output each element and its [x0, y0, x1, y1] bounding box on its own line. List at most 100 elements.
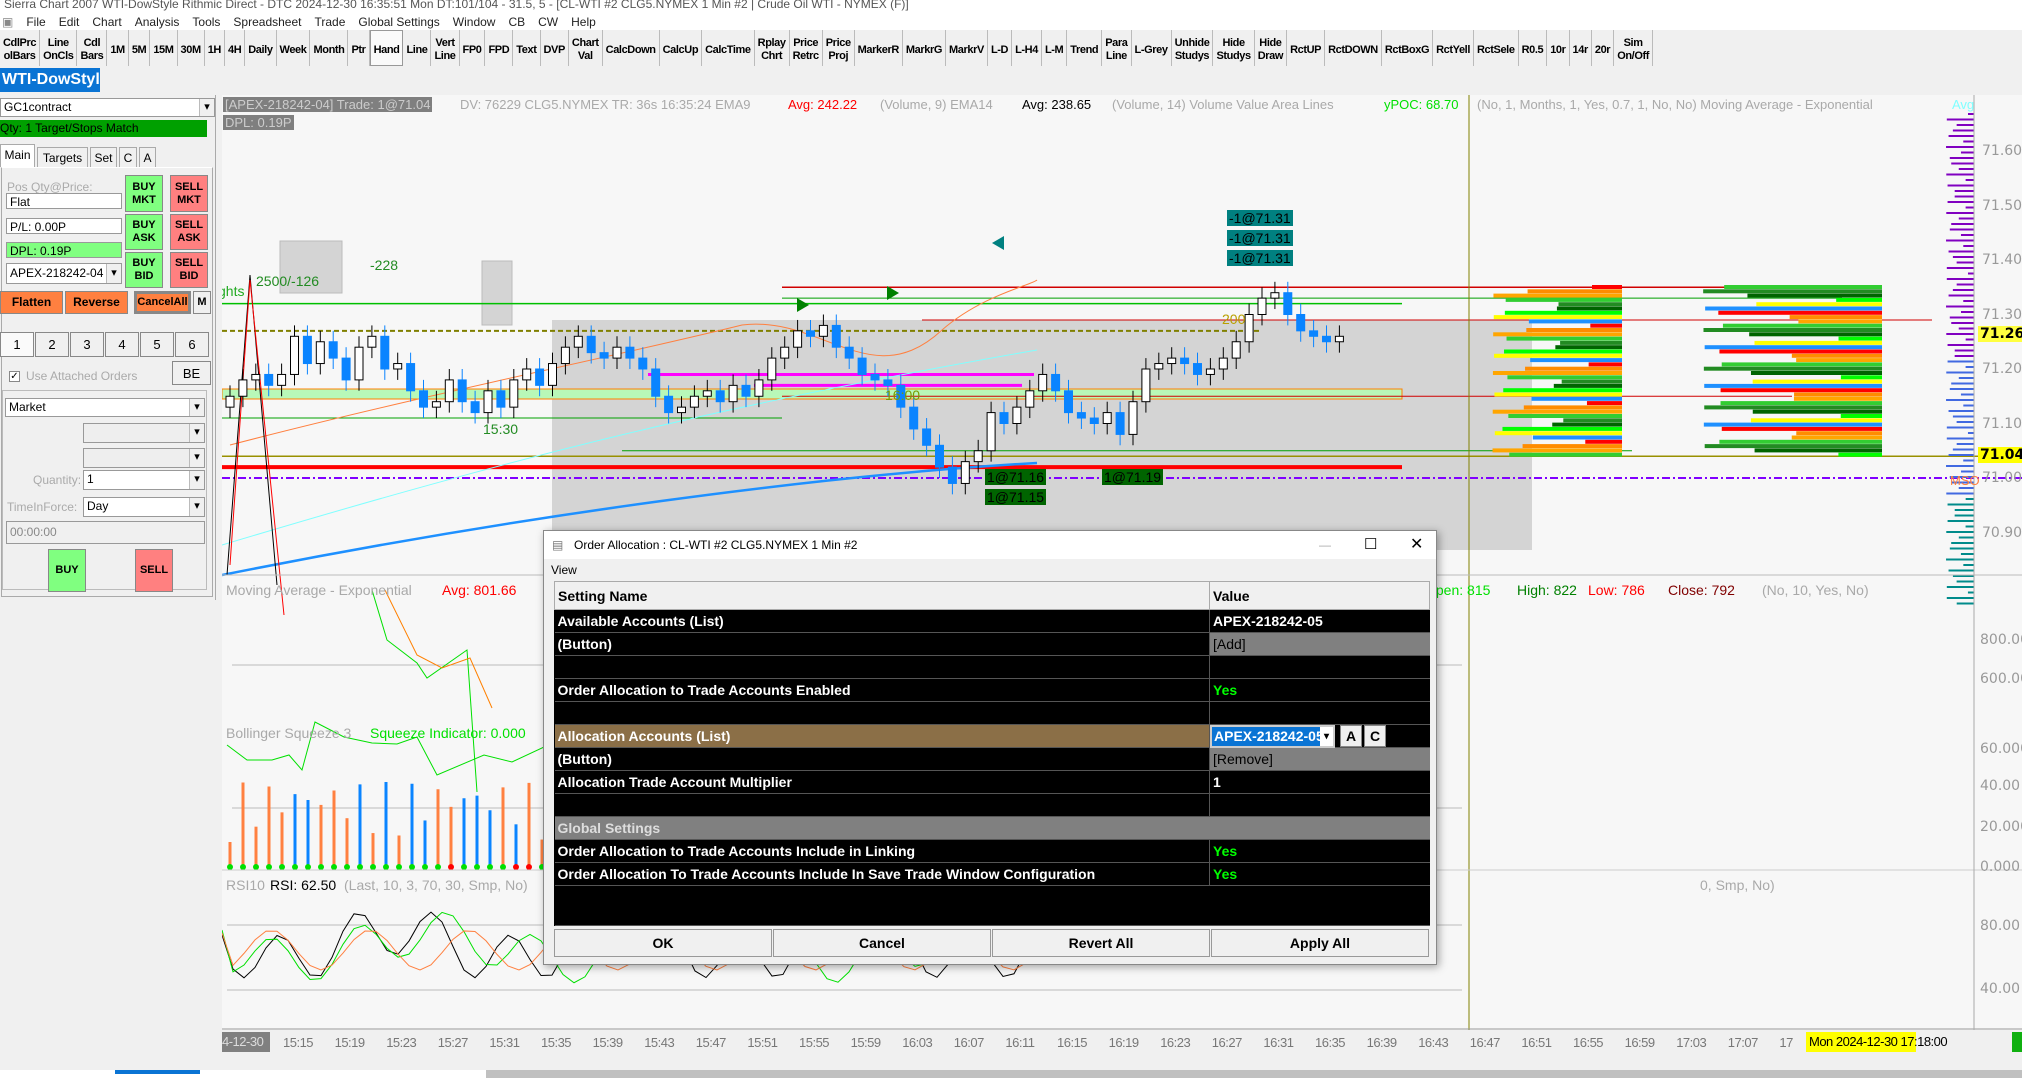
- trade-tab-main[interactable]: Main: [0, 144, 35, 167]
- scrollbar-thumb[interactable]: [486, 1070, 2022, 1078]
- toolbar-button-30m[interactable]: 30M: [177, 30, 205, 66]
- toolbar-button-hand[interactable]: Hand: [369, 30, 404, 66]
- sell-button[interactable]: SELL: [135, 549, 173, 592]
- toolbar-button-cdlprc-olbars[interactable]: CdlPrc olBars: [0, 30, 41, 66]
- toolbar-button-markrv[interactable]: MarkrV: [946, 30, 988, 66]
- revert-all-button[interactable]: Revert All: [992, 929, 1210, 957]
- toolbar-button-rctsele[interactable]: RctSele: [1474, 30, 1519, 66]
- toolbar-button-rctboxg[interactable]: RctBoxG: [1381, 30, 1434, 66]
- menu-chart[interactable]: Chart: [92, 15, 121, 29]
- setting-row[interactable]: Global Settings: [554, 816, 1430, 840]
- qty-preset-4[interactable]: 4: [105, 332, 139, 357]
- trade-tab-a[interactable]: A: [139, 147, 156, 167]
- setting-row[interactable]: Available Accounts (List) APEX-218242-05: [554, 609, 1430, 633]
- toolbar-button-unhide-studys[interactable]: Unhide Studys: [1171, 30, 1214, 66]
- menu-edit[interactable]: Edit: [59, 15, 80, 29]
- account-select[interactable]: APEX-218242-04: [6, 263, 122, 284]
- symbol-select[interactable]: GC1contract: [0, 98, 215, 117]
- price2-select[interactable]: [83, 448, 205, 468]
- setting-value[interactable]: 1: [1209, 770, 1430, 794]
- toolbar-button-15m[interactable]: 15M: [150, 30, 178, 66]
- setting-row[interactable]: Allocation Trade Account Multiplier 1: [554, 770, 1430, 794]
- add-account-button[interactable]: A: [1340, 725, 1362, 747]
- toolbar-button-trend[interactable]: Trend: [1067, 30, 1103, 66]
- toolbar-button-ptr[interactable]: Ptr: [348, 30, 370, 66]
- toolbar-button-5m[interactable]: 5M: [128, 30, 151, 66]
- setting-value[interactable]: Yes: [1209, 839, 1430, 863]
- setting-value[interactable]: APEX-218242-05 ▾ A C: [1209, 724, 1430, 748]
- trade-tab-set[interactable]: Set: [90, 147, 117, 167]
- menu-cb[interactable]: CB: [508, 15, 525, 29]
- sell-bid-button[interactable]: SELL BID: [170, 252, 208, 288]
- m-button[interactable]: M: [193, 291, 211, 314]
- order-type-select[interactable]: Market: [5, 398, 205, 417]
- menu-help[interactable]: Help: [571, 15, 596, 29]
- breakeven-button[interactable]: BE: [172, 361, 211, 385]
- menu-global-settings[interactable]: Global Settings: [358, 15, 439, 29]
- toolbar-button-markerr[interactable]: MarkerR: [854, 30, 903, 66]
- ok-button[interactable]: OK: [554, 929, 772, 957]
- menu-file[interactable]: File: [26, 15, 45, 29]
- sell-market-button[interactable]: SELL MKT: [170, 175, 208, 212]
- minimize-icon[interactable]: —: [1319, 531, 1331, 559]
- qty-preset-2[interactable]: 2: [35, 332, 69, 357]
- setting-value[interactable]: APEX-218242-05: [1209, 609, 1430, 633]
- setting-row[interactable]: Order Allocation To Trade Accounts Inclu…: [554, 862, 1430, 886]
- cancel-button[interactable]: Cancel: [773, 929, 991, 957]
- setting-row[interactable]: [554, 655, 1430, 679]
- apply-all-button[interactable]: Apply All: [1211, 929, 1429, 957]
- toolbar-button-l-m[interactable]: L-M: [1041, 30, 1068, 66]
- menu-cw[interactable]: CW: [538, 15, 558, 29]
- toolbar-button-rctdown[interactable]: RctDOWN: [1325, 30, 1382, 66]
- toolbar-button-month[interactable]: Month: [310, 30, 349, 66]
- flatten-button[interactable]: Flatten: [0, 291, 63, 314]
- dialog-menu-view[interactable]: View: [551, 563, 577, 577]
- setting-value[interactable]: [Add]: [1209, 632, 1430, 656]
- toolbar-button-l-grey[interactable]: L-Grey: [1131, 30, 1172, 66]
- toolbar-button-line[interactable]: Line: [403, 30, 432, 66]
- toolbar-button-10r[interactable]: 10r: [1547, 30, 1570, 66]
- close-icon[interactable]: ✕: [1410, 531, 1423, 559]
- toolbar-button-1m[interactable]: 1M: [107, 30, 129, 66]
- horizontal-scrollbar[interactable]: [0, 1070, 2022, 1078]
- toolbar-button-sim-on-off[interactable]: Sim On/Off: [1614, 30, 1654, 66]
- setting-row[interactable]: Allocation Accounts (List) APEX-218242-05…: [554, 724, 1430, 748]
- time-field[interactable]: 00:00:00: [6, 521, 205, 544]
- use-attached-checkbox[interactable]: ✓: [9, 371, 20, 382]
- menu-trade[interactable]: Trade: [314, 15, 345, 29]
- toolbar-button-l-d[interactable]: L-D: [987, 30, 1013, 66]
- toolbar-button-rctup[interactable]: RctUP: [1287, 30, 1326, 66]
- toolbar-button-calcdown[interactable]: CalcDown: [602, 30, 660, 66]
- setting-value[interactable]: [Remove]: [1209, 747, 1430, 771]
- toolbar-button-daily[interactable]: Daily: [245, 30, 277, 66]
- setting-row[interactable]: Order Allocation to Trade Accounts Inclu…: [554, 839, 1430, 863]
- toolbar-button-rctyell[interactable]: RctYell: [1433, 30, 1474, 66]
- toolbar-button-line-oncls[interactable]: Line OnCls: [40, 30, 78, 66]
- tif-select[interactable]: Day: [83, 497, 205, 517]
- toolbar-button-vert-line[interactable]: Vert Line: [431, 30, 460, 66]
- cancel-all-button[interactable]: CancelAll: [134, 291, 191, 314]
- toolbar-button-r0-5[interactable]: R0.5: [1518, 30, 1548, 66]
- chartbook-tab[interactable]: WTI-DowStyle: [0, 68, 100, 92]
- toolbar-button-14r[interactable]: 14r: [1569, 30, 1592, 66]
- toolbar-button-markrg[interactable]: MarkrG: [902, 30, 947, 66]
- qty-preset-3[interactable]: 3: [70, 332, 104, 357]
- trade-tab-c[interactable]: C: [119, 147, 137, 167]
- toolbar-button-text[interactable]: Text: [513, 30, 541, 66]
- quantity-select[interactable]: 1: [83, 470, 205, 490]
- toolbar-button-hide-studys[interactable]: Hide Studys: [1213, 30, 1255, 66]
- setting-row[interactable]: [554, 793, 1430, 817]
- menu-spreadsheet[interactable]: Spreadsheet: [233, 15, 301, 29]
- buy-ask-button[interactable]: BUY ASK: [125, 214, 163, 250]
- buy-market-button[interactable]: BUY MKT: [125, 175, 163, 212]
- menu-tools[interactable]: Tools: [192, 15, 220, 29]
- qty-preset-1[interactable]: 1: [0, 332, 34, 357]
- toolbar-button-rplay-chrt[interactable]: Rplay Chrt: [754, 30, 790, 66]
- menu-analysis[interactable]: Analysis: [135, 15, 180, 29]
- toolbar-button-week[interactable]: Week: [276, 30, 311, 66]
- qty-preset-6[interactable]: 6: [175, 332, 209, 357]
- toolbar-button-hide-draw[interactable]: Hide Draw: [1254, 30, 1288, 66]
- setting-value[interactable]: Yes: [1209, 862, 1430, 886]
- sell-ask-button[interactable]: SELL ASK: [170, 214, 208, 250]
- toolbar-button-l-h4[interactable]: L-H4: [1012, 30, 1042, 66]
